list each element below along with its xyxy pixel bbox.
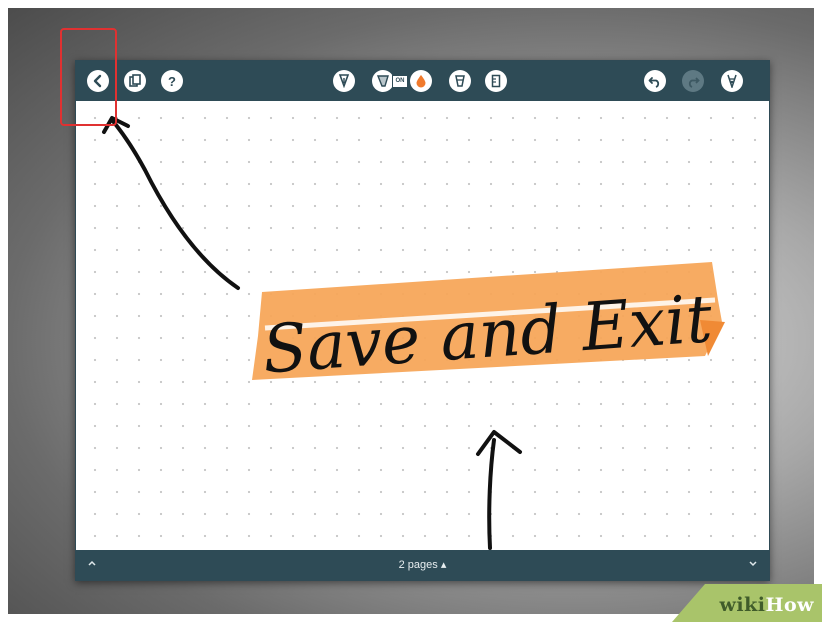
ruler-icon	[491, 74, 501, 88]
callout-box	[60, 28, 117, 126]
redo-button[interactable]	[682, 70, 704, 92]
ink-drop-tool[interactable]	[410, 70, 432, 92]
drop-icon	[416, 75, 426, 88]
top-toolbar: ? ON	[76, 61, 769, 101]
pages-icon	[129, 74, 141, 87]
page-count[interactable]: 2 pages ▴	[76, 558, 769, 571]
drawing-app-window: ? ON 2 pages ▴	[75, 60, 770, 581]
help-label: ?	[168, 73, 176, 89]
marker-on-badge: ON	[392, 75, 408, 88]
drawing-canvas[interactable]	[76, 101, 769, 550]
ruler-tool[interactable]	[485, 70, 507, 92]
pen-tip-icon	[338, 74, 350, 88]
wikihow-watermark: wikiHow	[672, 582, 822, 622]
pen-tool[interactable]	[333, 70, 355, 92]
watermark-how: How	[765, 594, 814, 616]
undo-icon	[648, 77, 660, 88]
eraser-tool[interactable]	[449, 70, 471, 92]
marker-icon	[376, 75, 389, 87]
undo-button[interactable]	[644, 70, 666, 92]
help-button[interactable]: ?	[161, 70, 183, 92]
chevron-down-icon[interactable]	[747, 557, 759, 569]
marker-tool[interactable]	[372, 70, 394, 92]
badge-text: ON	[395, 78, 405, 84]
eraser-icon	[455, 75, 465, 87]
bottom-bar: 2 pages ▴	[76, 550, 769, 580]
watermark-text: wikiHow	[720, 594, 814, 616]
pages-button[interactable]	[124, 70, 146, 92]
tool-settings-button[interactable]	[721, 70, 743, 92]
redo-icon	[688, 77, 700, 88]
nib-icon	[727, 74, 737, 88]
watermark-wiki: wiki	[719, 594, 766, 616]
